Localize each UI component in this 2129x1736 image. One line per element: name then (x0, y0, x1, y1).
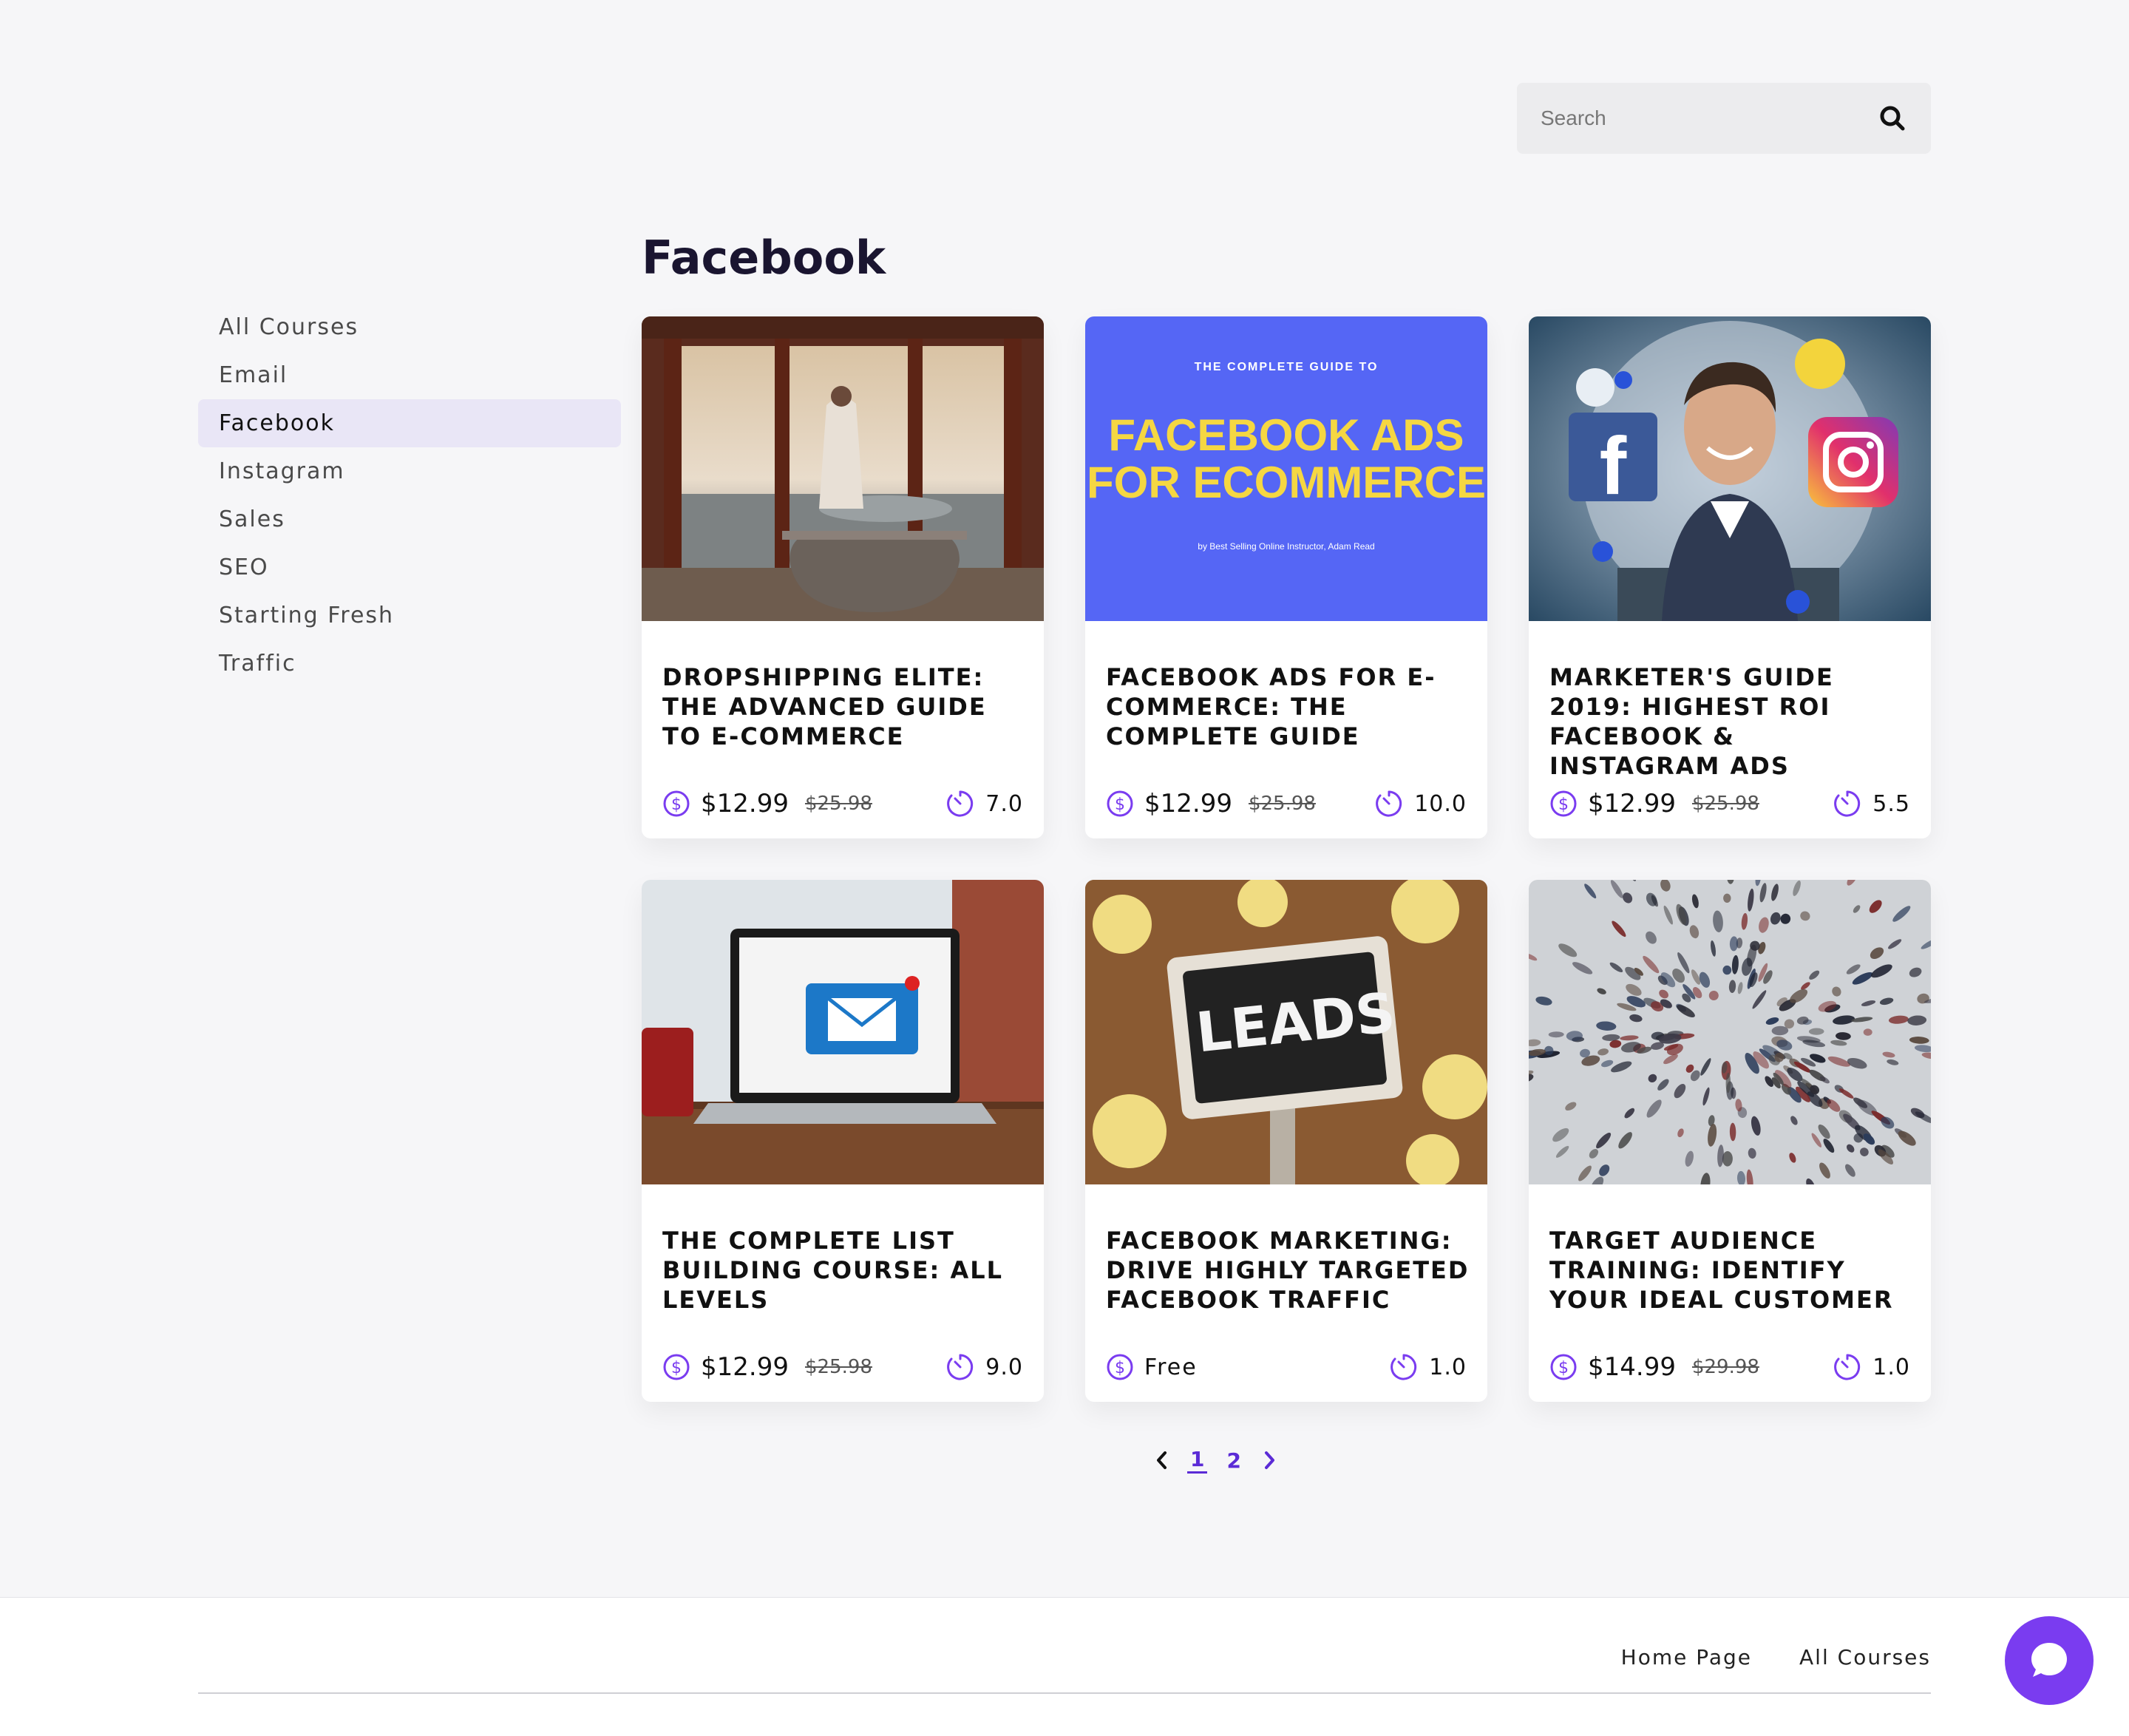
course-thumbnail: LEADS (1085, 880, 1487, 1184)
chevron-right-icon[interactable] (1260, 1449, 1278, 1471)
sidebar-item-starting-fresh[interactable]: Starting Fresh (198, 591, 621, 640)
chat-launcher-button[interactable] (2005, 1616, 2094, 1705)
sidebar-item-seo[interactable]: SEO (198, 543, 621, 591)
page: All Courses Email Facebook Instagram Sal… (0, 0, 2129, 1736)
course-title[interactable]: TARGET AUDIENCE TRAINING: IDENTIFY YOUR … (1549, 1226, 1913, 1315)
footer-nav: Home Page All Courses (1621, 1645, 1931, 1669)
course-thumbnail (642, 316, 1044, 621)
course-price: $12.99 (701, 789, 789, 818)
course-card[interactable]: THE COMPLETE LIST BUILDING COURSE: ALL L… (642, 880, 1044, 1402)
page-link-2[interactable]: 2 (1223, 1448, 1243, 1473)
svg-text:$: $ (1558, 1359, 1569, 1377)
course-thumbnail (1529, 880, 1931, 1184)
page-link-1[interactable]: 1 (1187, 1447, 1208, 1474)
dollar-coin-icon: $ (1107, 790, 1133, 817)
course-meta: $ $14.99 $29.98 1.0 (1549, 1350, 1910, 1384)
category-sidebar: All Courses Email Facebook Instagram Sal… (198, 303, 621, 688)
timer-icon (1834, 1354, 1861, 1380)
course-card[interactable]: TARGET AUDIENCE TRAINING: IDENTIFY YOUR … (1529, 880, 1931, 1402)
course-hours: 5.5 (1872, 790, 1910, 817)
course-hours: 7.0 (985, 790, 1023, 817)
timer-icon (1834, 790, 1861, 817)
search-icon[interactable] (1878, 104, 1907, 133)
svg-text:f: f (1600, 421, 1627, 512)
svg-text:$: $ (671, 796, 682, 814)
course-meta: $ $12.99 $25.98 7.0 (662, 787, 1023, 821)
course-price: $12.99 (1144, 789, 1232, 818)
footer-link-all-courses[interactable]: All Courses (1799, 1645, 1931, 1669)
course-title[interactable]: MARKETER'S GUIDE 2019: HIGHEST ROI FACEB… (1549, 662, 1913, 781)
sidebar-item-facebook[interactable]: Facebook (198, 399, 621, 447)
sidebar-item-traffic[interactable]: Traffic (198, 640, 621, 688)
course-price: $14.99 (1588, 1352, 1676, 1382)
dollar-coin-icon: $ (1550, 790, 1577, 817)
svg-text:$: $ (1115, 1359, 1125, 1377)
timer-icon (1376, 790, 1402, 817)
footer-divider (198, 1692, 1931, 1694)
course-hours: 9.0 (985, 1354, 1023, 1380)
course-hours: 10.0 (1414, 790, 1467, 817)
sidebar-item-all-courses[interactable]: All Courses (198, 303, 621, 351)
course-title[interactable]: FACEBOOK ADS FOR E-COMMERCE: THE COMPLET… (1106, 662, 1470, 751)
dollar-coin-icon: $ (1107, 1354, 1133, 1380)
course-price: $12.99 (1588, 789, 1676, 818)
course-card[interactable]: DROPSHIPPING ELITE: THE ADVANCED GUIDE T… (642, 316, 1044, 838)
course-meta: $ $12.99 $25.98 10.0 (1106, 787, 1467, 821)
timer-icon (947, 790, 974, 817)
svg-text:$: $ (671, 1359, 682, 1377)
course-meta: $ $12.99 $25.98 5.5 (1549, 787, 1910, 821)
course-old-price: $29.98 (1691, 1356, 1759, 1378)
timer-icon (1391, 1354, 1417, 1380)
timer-icon (947, 1354, 974, 1380)
sidebar-item-instagram[interactable]: Instagram (198, 447, 621, 495)
svg-text:$: $ (1558, 796, 1569, 814)
course-title[interactable]: THE COMPLETE LIST BUILDING COURSE: ALL L… (662, 1226, 1026, 1315)
course-thumbnail: f (1529, 316, 1931, 621)
dollar-coin-icon: $ (663, 1354, 690, 1380)
dollar-coin-icon: $ (663, 790, 690, 817)
course-card[interactable]: THE COMPLETE GUIDE TO FACEBOOK ADS FOR E… (1085, 316, 1487, 838)
page-title: Facebook (642, 231, 886, 285)
search-input[interactable] (1541, 106, 1878, 130)
course-old-price: $25.98 (1691, 793, 1759, 815)
course-title[interactable]: FACEBOOK MARKETING: DRIVE HIGHLY TARGETE… (1106, 1226, 1470, 1315)
course-thumbnail: THE COMPLETE GUIDE TO FACEBOOK ADS FOR E… (1085, 316, 1487, 621)
cover-line-2: FOR ECOMMERCE (1087, 458, 1486, 507)
course-old-price: $25.98 (804, 793, 872, 815)
course-hours: 1.0 (1429, 1354, 1467, 1380)
sidebar-item-email[interactable]: Email (198, 351, 621, 399)
chat-bubble-icon (2031, 1643, 2067, 1677)
course-meta: $ $12.99 $25.98 9.0 (662, 1350, 1023, 1384)
course-price: $12.99 (701, 1352, 789, 1382)
course-thumbnail (642, 880, 1044, 1184)
footer-link-home-page[interactable]: Home Page (1621, 1645, 1752, 1669)
course-card[interactable]: LEADS FACEBOOK MARKETING: DRIVE HIGHLY T… (1085, 880, 1487, 1402)
site-footer: Home Page All Courses (0, 1597, 2129, 1736)
dollar-coin-icon: $ (1550, 1354, 1577, 1380)
pagination: 1 2 (1153, 1442, 1278, 1479)
course-card[interactable]: f MARKETER'S GUIDE 2019: HIGHEST ROI FAC… (1529, 316, 1931, 838)
course-old-price: $25.98 (1248, 793, 1316, 815)
crowd-figure (1863, 1028, 1872, 1036)
sidebar-item-sales[interactable]: Sales (198, 495, 621, 543)
course-title[interactable]: DROPSHIPPING ELITE: THE ADVANCED GUIDE T… (662, 662, 1026, 751)
course-price: Free (1144, 1354, 1198, 1380)
course-hours: 1.0 (1872, 1354, 1910, 1380)
course-meta: $ Free 1.0 (1106, 1350, 1467, 1384)
chevron-left-icon[interactable] (1153, 1449, 1171, 1471)
cover-line-1: FACEBOOK ADS (1108, 410, 1464, 460)
cover-kicker: THE COMPLETE GUIDE TO (1194, 361, 1379, 373)
svg-text:$: $ (1115, 796, 1125, 814)
course-old-price: $25.98 (804, 1356, 872, 1378)
cover-byline: by Best Selling Online Instructor, Adam … (1198, 541, 1375, 552)
search-box[interactable] (1517, 83, 1931, 154)
